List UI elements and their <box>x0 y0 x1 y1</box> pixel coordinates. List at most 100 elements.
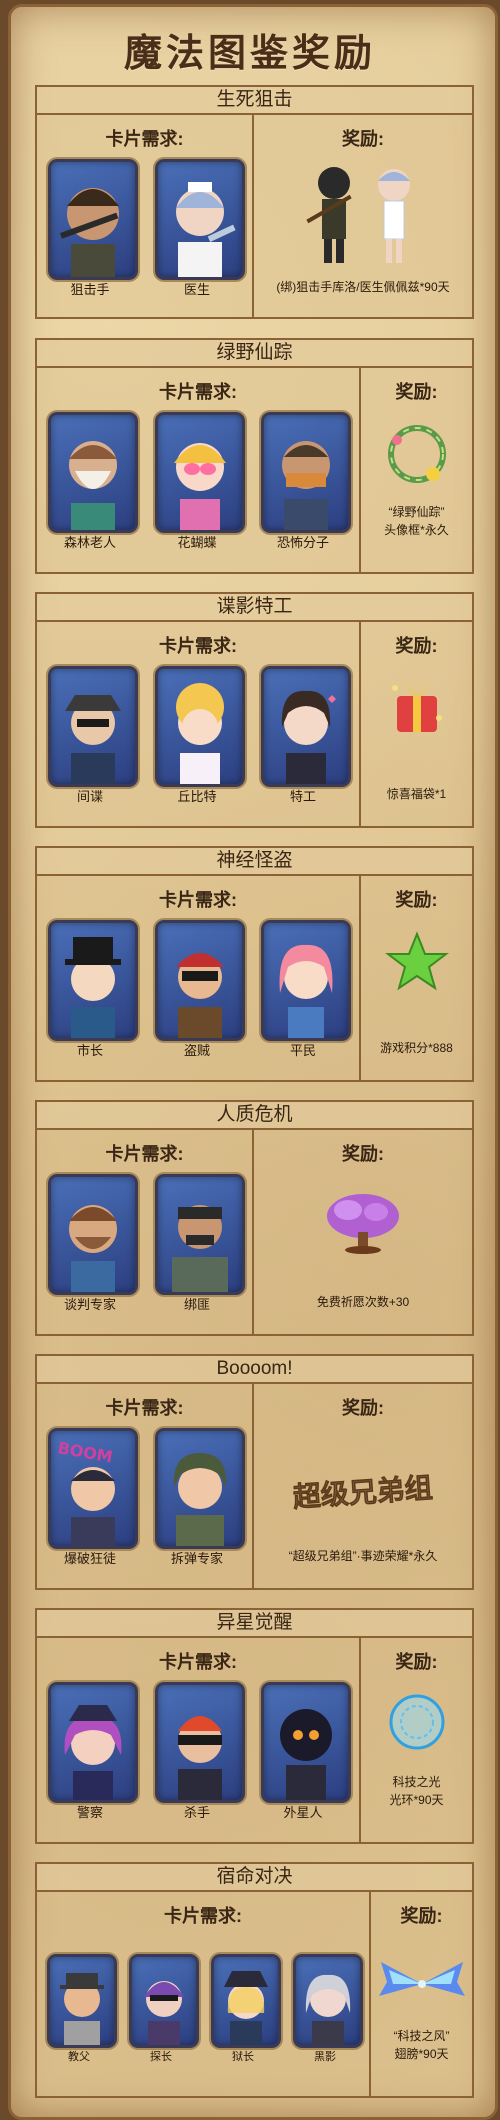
card-name: 杀手 <box>183 1805 210 1820</box>
card-doctor[interactable] <box>155 159 245 280</box>
card-spy[interactable] <box>48 666 138 787</box>
tech-halo-icon <box>385 1688 449 1758</box>
reward-text: “科技之风” <box>393 2029 450 2043</box>
card-name: 花蝴蝶 <box>177 535 217 550</box>
reward-area: 奖励: 科技之光 光环*90天 <box>361 1638 472 1842</box>
reward-area: 奖励: 超级兄弟组 “超级兄弟组”·事迹荣耀*永久 <box>254 1384 472 1588</box>
reward-label: 奖励: <box>395 890 438 910</box>
card-name: 教父 <box>68 2051 90 2063</box>
card-shadow[interactable] <box>293 1954 363 2048</box>
requirement-label: 卡片需求: <box>105 129 184 149</box>
card-name: 黑影 <box>314 2051 336 2063</box>
requirement-area: 卡片需求: 间谍 丘比特 特工 <box>37 622 361 826</box>
set-title: 人质危机 <box>37 1102 472 1130</box>
card-name: 警察 <box>76 1805 103 1820</box>
card-name: 谈判专家 <box>63 1297 116 1312</box>
card-kidnapper[interactable] <box>155 1174 245 1295</box>
card-forest-elder[interactable] <box>48 412 138 533</box>
set-title: 绿野仙踪 <box>37 340 472 368</box>
requirement-area: 卡片需求: 森林老人 花蝴蝶 恐怖分子 <box>37 368 361 572</box>
requirement-label: 卡片需求: <box>159 1652 237 1672</box>
set-panel-lvye: 绿野仙踪 卡片需求: 森林老人 花蝴蝶 恐怖分子 奖励: “绿野仙踪” 头像框*… <box>35 338 474 574</box>
set-title: 神经怪盗 <box>37 848 472 876</box>
requirement-area: 卡片需求: 警察 杀手 外星人 <box>37 1638 361 1842</box>
card-name: 市长 <box>76 1043 103 1058</box>
card-bomber[interactable]: BOOM <box>48 1428 138 1549</box>
card-name: 盗贼 <box>183 1043 210 1058</box>
sniper-doctor-character-icon <box>294 157 434 267</box>
requirement-label: 卡片需求: <box>164 1906 242 1926</box>
requirement-label: 卡片需求: <box>105 1398 184 1418</box>
requirement-label: 卡片需求: <box>159 636 237 656</box>
boom-badge: BOOM <box>56 1438 114 1466</box>
reward-text: 科技之光 <box>392 1775 441 1789</box>
card-warden[interactable] <box>211 1954 281 2048</box>
card-civilian[interactable] <box>261 920 351 1041</box>
star-points-icon <box>385 930 449 994</box>
set-title: 异星觉醒 <box>37 1610 472 1638</box>
requirement-area: 卡片需求: 市长 盗贼 平民 <box>37 876 361 1080</box>
set-title: 谍影特工 <box>37 594 472 622</box>
reward-text: 惊喜福袋*1 <box>386 787 447 801</box>
reward-text: “绿野仙踪” <box>388 505 445 519</box>
card-sniper[interactable] <box>48 159 138 280</box>
card-name: 狱长 <box>232 2051 254 2063</box>
reward-area: 奖励: 惊喜福袋*1 <box>361 622 472 826</box>
requirement-area: 卡片需求: 教父 探长 狱长 黑影 <box>37 1892 371 2096</box>
super-brothers-title-art: 超级兄弟组 <box>274 1468 452 1518</box>
card-name: 平民 <box>289 1043 316 1058</box>
set-panel-boooom: Boooom! 卡片需求: BOOM 爆破狂徒 拆弹专家 奖励: 超级兄弟组 “… <box>35 1354 474 1590</box>
requirement-area: 卡片需求: 狙击手 医生 <box>37 115 254 317</box>
card-name: 狙击手 <box>70 282 110 297</box>
page-title: 魔法图鉴奖励 <box>123 31 376 75</box>
card-name: 间谍 <box>76 789 103 804</box>
card-alien[interactable] <box>261 1682 351 1803</box>
reward-label: 奖励: <box>400 1906 443 1926</box>
card-agent[interactable] <box>261 666 351 787</box>
reward-area: 奖励: “绿野仙踪” 头像框*永久 <box>361 368 472 572</box>
set-panel-yixing: 异星觉醒 卡片需求: 警察 杀手 外星人 奖励: 科技之光 光环*90天 <box>35 1608 474 1844</box>
card-detective[interactable] <box>129 1954 199 2048</box>
requirement-area: 卡片需求: BOOM 爆破狂徒 拆弹专家 <box>37 1384 254 1588</box>
reward-text: (绑)狙击手库洛/医生佩佩兹*90天 <box>276 280 450 294</box>
gift-bag-icon <box>383 674 451 742</box>
card-name: 特工 <box>289 789 316 804</box>
avatar-frame-icon <box>383 420 451 488</box>
card-name: 恐怖分子 <box>276 535 329 550</box>
svg-text:超级兄弟组: 超级兄弟组 <box>292 1471 434 1514</box>
card-mayor[interactable] <box>48 920 138 1041</box>
reward-label: 奖励: <box>395 1652 438 1672</box>
reward-label: 奖励: <box>395 636 438 656</box>
requirement-label: 卡片需求: <box>105 1144 184 1164</box>
reward-area: 奖励: (绑)狙击手库洛/医生佩佩兹*90天 <box>254 115 472 317</box>
card-killer[interactable] <box>155 1682 245 1803</box>
card-name: 外星人 <box>283 1805 323 1820</box>
set-title: 生死狙击 <box>37 87 472 115</box>
card-negotiator[interactable] <box>48 1174 138 1295</box>
card-name: 探长 <box>150 2051 172 2063</box>
reward-area: 奖励: 游戏积分*888 <box>361 876 472 1080</box>
wish-tree-icon <box>318 1188 408 1256</box>
card-name: 医生 <box>183 282 210 297</box>
card-terrorist[interactable] <box>261 412 351 533</box>
set-panel-suming: 宿命对决 卡片需求: 教父 探长 狱长 黑影 奖励: “科技之风” 翅膀*90天 <box>35 1862 474 2098</box>
set-title: 宿命对决 <box>37 1864 472 1892</box>
card-police[interactable] <box>48 1682 138 1803</box>
requirement-area: 卡片需求: 谈判专家 绑匪 <box>37 1130 254 1334</box>
tech-wings-icon <box>377 1956 467 2010</box>
reward-text: 游戏积分*888 <box>380 1041 453 1055</box>
set-panel-shenjing: 神经怪盗 卡片需求: 市长 盗贼 平民 奖励: 游戏积分*888 <box>35 846 474 1082</box>
card-name: 绑匪 <box>183 1297 210 1312</box>
reward-label: 奖励: <box>342 129 384 149</box>
card-butterfly[interactable] <box>155 412 245 533</box>
card-thief[interactable] <box>155 920 245 1041</box>
reward-label: 奖励: <box>395 382 438 402</box>
card-cupid[interactable] <box>155 666 245 787</box>
reward-text: 翅膀*90天 <box>394 2047 449 2061</box>
card-bomb-defuser[interactable] <box>155 1428 245 1549</box>
reward-label: 奖励: <box>342 1144 384 1164</box>
reward-label: 奖励: <box>342 1398 384 1418</box>
card-godfather[interactable] <box>47 1954 117 2048</box>
requirement-label: 卡片需求: <box>159 890 237 910</box>
set-title: Boooom! <box>37 1356 472 1384</box>
